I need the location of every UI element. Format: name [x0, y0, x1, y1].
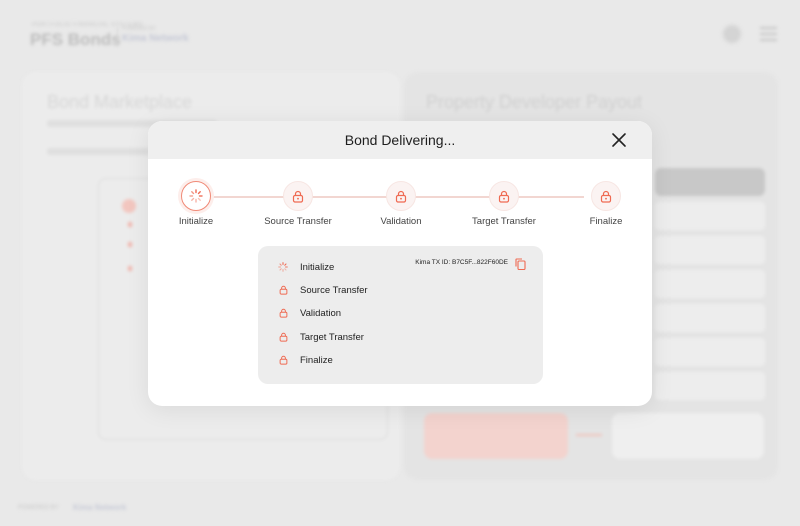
- status-label: Source Transfer: [300, 284, 368, 296]
- table-row: [655, 372, 765, 400]
- close-icon: [612, 133, 626, 147]
- step-target-transfer: Target Transfer: [454, 181, 554, 227]
- lock-icon: [278, 332, 288, 342]
- copy-icon: [515, 258, 526, 271]
- modal-title: Bond Delivering...: [344, 132, 456, 148]
- table-row: [655, 338, 765, 366]
- table-row: [655, 270, 765, 298]
- step-circle: [591, 181, 621, 211]
- network-logo: Kima Network: [122, 33, 189, 44]
- brand-divider: [117, 27, 118, 47]
- transfer-arrow-icon: [576, 434, 602, 436]
- spinner-icon: [278, 262, 288, 272]
- lock-icon: [395, 190, 407, 203]
- lock-icon: [278, 355, 288, 365]
- close-button[interactable]: [611, 132, 627, 148]
- table-row: [655, 202, 765, 230]
- status-dot: [122, 199, 136, 213]
- lock-icon: [600, 190, 612, 203]
- footer-powered-by: POWERED BY: [18, 505, 59, 511]
- bond-delivering-modal: Bond Delivering... Initialize Source Tra…: [148, 121, 652, 406]
- progress-stepper: Initialize Source Transfer Validation Ta…: [148, 181, 652, 231]
- status-label: Initialize: [300, 261, 335, 273]
- step-label: Source Transfer: [264, 216, 332, 227]
- bullet-marker: [128, 266, 132, 271]
- marketplace-title: Bond Marketplace: [47, 92, 193, 112]
- status-item-validation: Validation: [278, 306, 341, 320]
- spinner-icon: [189, 189, 203, 203]
- status-item-target-transfer: Target Transfer: [278, 330, 364, 344]
- lock-icon: [292, 190, 304, 203]
- status-item-source-transfer: Source Transfer: [278, 283, 368, 297]
- step-circle: [181, 181, 211, 211]
- footer-network-logo: Kima Network: [73, 503, 127, 512]
- step-label: Finalize: [589, 216, 623, 227]
- step-circle: [283, 181, 313, 211]
- hamburger-menu-icon[interactable]: [760, 27, 777, 45]
- lock-icon: [278, 308, 288, 318]
- step-source-transfer: Source Transfer: [248, 181, 348, 227]
- table-header-button[interactable]: [655, 168, 765, 196]
- modal-header: Bond Delivering...: [148, 121, 652, 159]
- step-validation: Validation: [351, 181, 451, 227]
- step-circle: [386, 181, 416, 211]
- copy-tx-id-button[interactable]: [515, 257, 526, 271]
- step-finalize: Finalize: [556, 181, 652, 227]
- status-item-initialize: Initialize: [278, 260, 334, 274]
- bullet-marker: [128, 222, 132, 227]
- step-label: Initialize: [178, 216, 214, 227]
- step-circle: [489, 181, 519, 211]
- status-item-finalize: Finalize: [278, 353, 333, 367]
- brand-logo[interactable]: PFS Bonds: [30, 30, 121, 50]
- powered-by-label: POWERED BY: [122, 26, 156, 32]
- tx-id-label: Kima TX ID: B7C5F...822F60DE: [415, 259, 508, 266]
- avatar[interactable]: [722, 24, 742, 44]
- status-details-panel: Initialize Source Transfer Validation Ta…: [258, 246, 543, 384]
- source-card: [424, 413, 568, 459]
- step-label: Validation: [380, 216, 422, 227]
- step-label: Target Transfer: [472, 216, 536, 227]
- bullet-marker: [128, 242, 132, 247]
- table-row: [655, 304, 765, 332]
- lock-icon: [278, 285, 288, 295]
- status-label: Validation: [300, 307, 342, 319]
- status-label: Finalize: [300, 354, 333, 366]
- payout-title: Property Developer Payout: [426, 92, 643, 112]
- step-initialize: Initialize: [148, 181, 246, 227]
- table-row: [655, 236, 765, 264]
- status-label: Target Transfer: [300, 331, 364, 343]
- target-card: [612, 413, 764, 459]
- lock-icon: [498, 190, 510, 203]
